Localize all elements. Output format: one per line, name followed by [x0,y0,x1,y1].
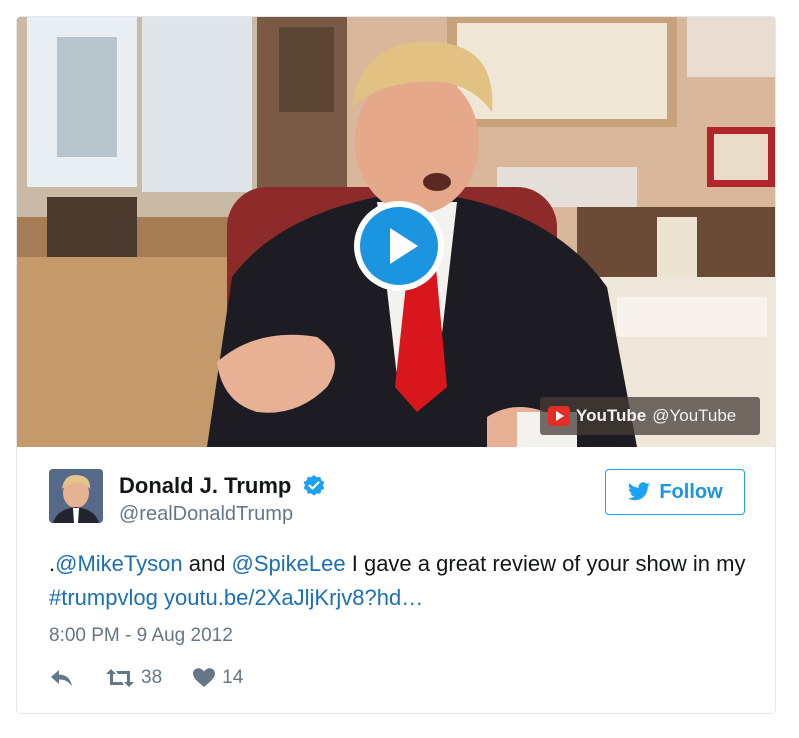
youtube-attribution-badge[interactable]: YouTube @YouTube [540,397,760,435]
like-button[interactable]: 14 [192,667,243,689]
author-handle[interactable]: @realDonaldTrump [119,503,326,526]
follow-button[interactable]: Follow [605,469,745,515]
tweet-text-body: I gave a great review of your show in my [345,551,746,576]
embedded-tweet-card: YouTube @YouTube Donald J. Trump @realDo [16,16,776,714]
retweet-button[interactable]: 38 [105,667,162,689]
author-name[interactable]: Donald J. Trump [119,473,291,499]
author-info[interactable]: Donald J. Trump @realDonaldTrump [119,473,326,526]
retweet-icon [106,669,134,687]
tweet-text: .@MikeTyson and @SpikeLee I gave a great… [49,547,749,615]
twitter-bird-icon [628,482,651,501]
play-button[interactable] [354,201,444,291]
verified-badge-icon [303,475,325,496]
follow-button-label: Follow [659,480,723,503]
youtube-brand-label: YouTube [576,406,647,425]
mention-link-spikelee[interactable]: @SpikeLee [232,551,346,576]
heart-icon [193,668,216,687]
youtube-channel-handle: @YouTube [652,406,737,425]
reply-button[interactable] [49,667,75,689]
tweet-timestamp[interactable]: 8:00 PM - 9 Aug 2012 [49,625,233,647]
tweet-actions: 38 14 [49,665,243,691]
video-url-link[interactable]: youtu.be/2XaJljKrjv8?hd… [164,585,423,610]
avatar[interactable] [49,469,103,523]
play-icon [390,228,418,264]
tweet-text-and: and [182,551,232,576]
mention-link-miketyson[interactable]: @MikeTyson [55,551,182,576]
hashtag-link[interactable]: #trumpvlog [49,585,158,610]
youtube-logo-icon [548,406,570,426]
video-thumbnail[interactable]: YouTube @YouTube [17,17,775,447]
like-count: 14 [222,667,244,688]
reply-icon [51,670,72,686]
retweet-count: 38 [141,667,163,688]
